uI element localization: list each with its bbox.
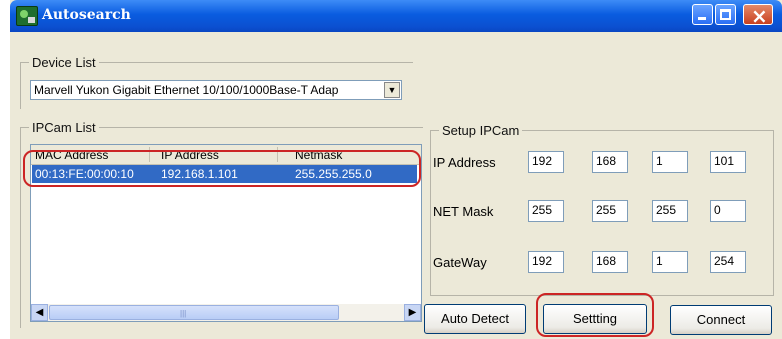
minimize-icon xyxy=(698,17,706,20)
app-icon xyxy=(16,6,38,26)
mask-octet-4[interactable]: 0 xyxy=(710,200,746,222)
chevron-right-icon: ▶ xyxy=(408,307,417,318)
ip-octet-2[interactable]: 168 xyxy=(592,151,628,173)
gateway-octet-1[interactable]: 192 xyxy=(528,251,564,273)
ip-octet-1[interactable]: 192 xyxy=(528,151,564,173)
scroll-thumb[interactable]: ||| xyxy=(49,305,339,320)
chevron-left-icon: ◀ xyxy=(35,307,44,318)
maximize-button[interactable] xyxy=(715,4,736,25)
ip-octet-4[interactable]: 101 xyxy=(710,151,746,173)
ip-address-label: IP Address xyxy=(433,155,496,170)
setup-ipcam-legend: Setup IPCam xyxy=(439,123,523,138)
scroll-right-button[interactable]: ▶ xyxy=(404,304,421,321)
mask-octet-1[interactable]: 255 xyxy=(528,200,564,222)
device-list-legend: Device List xyxy=(29,55,99,70)
ipcam-list-legend: IPCam List xyxy=(29,120,99,135)
setting-button-highlight xyxy=(536,293,654,337)
horizontal-scrollbar[interactable]: ◀ ||| ▶ xyxy=(31,304,421,321)
window-title: Autosearch xyxy=(42,7,131,23)
close-icon: × xyxy=(751,4,768,28)
mask-octet-3[interactable]: 255 xyxy=(652,200,688,222)
gateway-octet-3[interactable]: 1 xyxy=(652,251,688,273)
gateway-octet-4[interactable]: 254 xyxy=(710,251,746,273)
mask-octet-2[interactable]: 255 xyxy=(592,200,628,222)
device-select[interactable]: Marvell Yukon Gigabit Ethernet 10/100/10… xyxy=(30,80,402,100)
mac-row-highlight xyxy=(23,150,421,187)
connect-button[interactable]: Connect xyxy=(670,305,772,335)
autosearch-window: Autosearch × Device List Marvell Yukon G… xyxy=(10,0,782,339)
scroll-left-button[interactable]: ◀ xyxy=(31,304,48,321)
chevron-down-icon[interactable]: ▼ xyxy=(384,82,400,98)
device-select-value: Marvell Yukon Gigabit Ethernet 10/100/10… xyxy=(34,83,339,97)
net-mask-label: NET Mask xyxy=(433,204,494,219)
minimize-button[interactable] xyxy=(692,4,713,25)
grip-icon: ||| xyxy=(180,309,187,318)
maximize-icon xyxy=(720,9,731,20)
title-bar[interactable]: Autosearch × xyxy=(10,0,782,32)
close-button[interactable]: × xyxy=(743,4,773,28)
auto-detect-button[interactable]: Auto Detect xyxy=(424,304,526,334)
gateway-label: GateWay xyxy=(433,255,487,270)
gateway-octet-2[interactable]: 168 xyxy=(592,251,628,273)
ip-octet-3[interactable]: 1 xyxy=(652,151,688,173)
